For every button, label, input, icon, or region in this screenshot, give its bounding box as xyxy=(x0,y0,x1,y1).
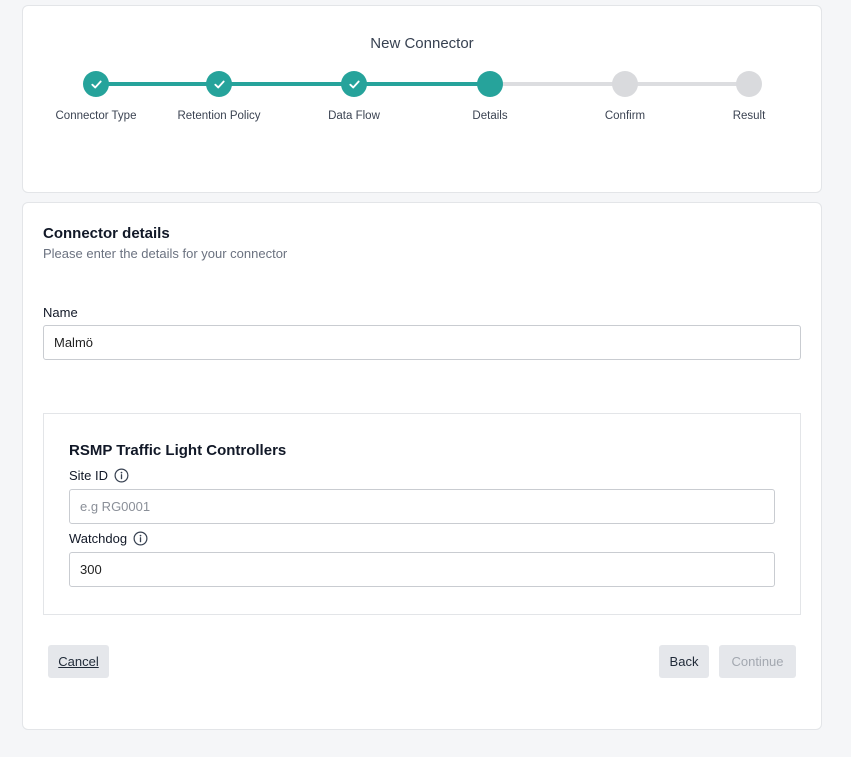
info-icon[interactable] xyxy=(133,531,148,546)
step-data-flow-indicator xyxy=(341,71,367,97)
connector-details-card: Connector details Please enter the detai… xyxy=(22,202,822,730)
cancel-button[interactable]: Cancel xyxy=(48,645,109,678)
check-icon xyxy=(213,80,225,88)
section-title: Connector details xyxy=(43,225,170,242)
site-id-label-row: Site ID xyxy=(69,468,129,483)
step-label-connector-type: Connector Type xyxy=(55,110,137,122)
step-connector-type-indicator xyxy=(83,71,109,97)
step-details-indicator xyxy=(477,71,503,97)
back-button[interactable]: Back xyxy=(659,645,709,678)
name-label: Name xyxy=(43,305,78,320)
info-icon[interactable] xyxy=(114,468,129,483)
continue-button[interactable]: Continue xyxy=(719,645,796,678)
check-icon xyxy=(348,80,360,88)
step-confirm-indicator xyxy=(612,71,638,97)
site-id-label: Site ID xyxy=(69,468,109,483)
watchdog-label-row: Watchdog xyxy=(69,531,148,546)
step-label-details: Details xyxy=(472,110,508,122)
site-id-input[interactable] xyxy=(69,489,775,524)
step-label-confirm: Confirm xyxy=(604,110,646,122)
wizard-progress-card: New Connector Connector Type Retention P… xyxy=(22,5,822,193)
check-icon xyxy=(90,80,102,88)
step-retention-policy-indicator xyxy=(206,71,232,97)
rsmp-panel-title: RSMP Traffic Light Controllers xyxy=(69,442,287,459)
step-result-indicator xyxy=(736,71,762,97)
step-label-data-flow: Data Flow xyxy=(328,110,380,122)
watchdog-input[interactable] xyxy=(69,552,775,587)
rsmp-settings-panel: RSMP Traffic Light Controllers Site ID W… xyxy=(43,413,801,615)
stepper-progress-done xyxy=(96,82,491,86)
step-label-result: Result xyxy=(732,110,766,122)
step-label-retention-policy: Retention Policy xyxy=(177,110,261,122)
wizard-stepper: Connector Type Retention Policy Data Flo… xyxy=(23,6,823,194)
section-subtitle: Please enter the details for your connec… xyxy=(43,246,288,261)
watchdog-label: Watchdog xyxy=(69,531,128,546)
name-input[interactable] xyxy=(43,325,801,360)
